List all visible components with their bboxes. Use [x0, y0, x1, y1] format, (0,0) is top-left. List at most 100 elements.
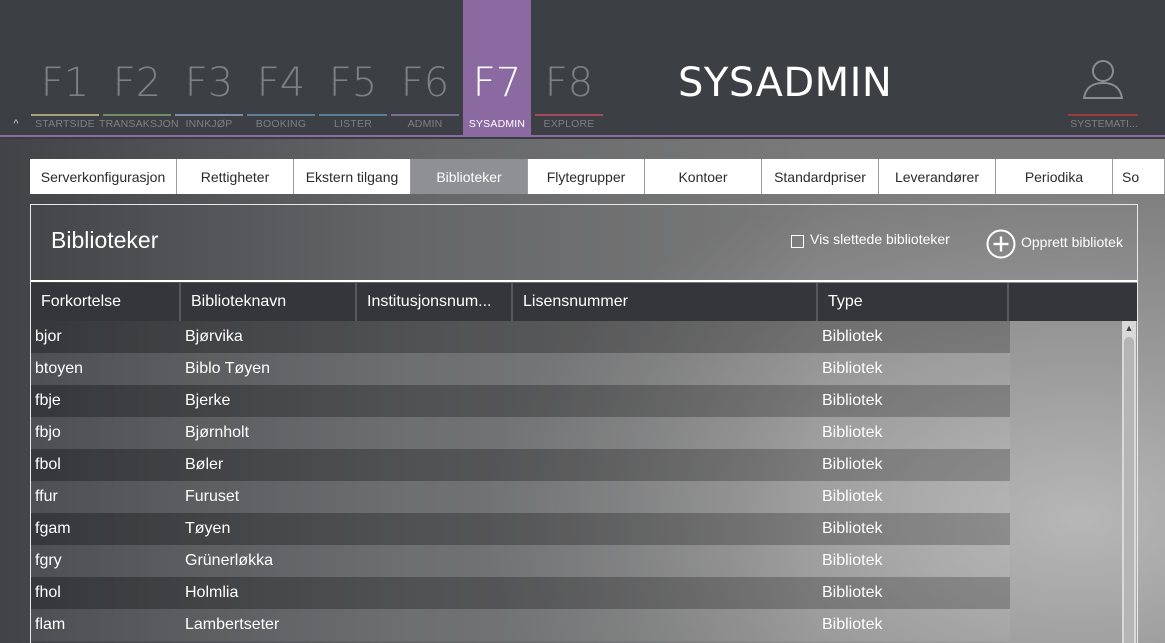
fkey-label: TRANSAKSJON — [99, 118, 179, 130]
fkey-shortcut: F1 — [40, 60, 90, 106]
column-header[interactable] — [1009, 283, 1135, 321]
table-row[interactable]: fbjo Bjørnholt Bibliotek — [31, 417, 1010, 449]
tab-periodika[interactable]: Periodika — [996, 159, 1113, 194]
nav-admin-button[interactable]: F6 ADMIN — [391, 0, 459, 137]
main-content: Serverkonfigurasjon Rettigheter Ekstern ti… — [0, 139, 1165, 643]
table-cell: Bjørvika — [185, 328, 243, 345]
scroll-thumb[interactable] — [1124, 337, 1134, 643]
table-cell — [357, 609, 513, 641]
table-cell: Bibliotek — [822, 488, 883, 505]
column-header[interactable]: Type — [818, 283, 1009, 321]
table-cell — [513, 609, 818, 641]
table-cell: Bjerke — [185, 392, 231, 409]
show-deleted-label[interactable]: Vis slettede biblioteker — [810, 231, 950, 247]
tab-serverkonfigurasjon[interactable]: Serverkonfigurasjon — [30, 159, 177, 194]
fkey-shortcut: F5 — [328, 60, 378, 106]
table-cell: fgry — [35, 552, 62, 569]
fkey-shortcut: F7 — [472, 60, 522, 106]
table-cell: Bibliotek — [822, 392, 883, 409]
column-header[interactable]: Institusjonsnum... — [357, 283, 513, 321]
fkey-accent-line — [247, 114, 315, 116]
table-cell: fbol — [35, 456, 61, 473]
user-label[interactable]: SYSTEMATI... — [1064, 118, 1144, 130]
nav-explore-button[interactable]: F8 EXPLORE — [535, 0, 603, 137]
fkey-accent-line — [319, 114, 387, 116]
column-header[interactable]: Lisensnummer — [513, 283, 818, 321]
table-cell: Biblo Tøyen — [185, 360, 271, 377]
table-cell — [357, 321, 513, 353]
table-row[interactable]: fbol Bøler Bibliotek — [31, 449, 1010, 481]
column-header[interactable]: Biblioteknavn — [181, 283, 357, 321]
table-cell — [513, 449, 818, 481]
tab-biblioteker[interactable]: Biblioteker — [411, 159, 528, 194]
table-row[interactable]: fgam Tøyen Bibliotek — [31, 513, 1010, 545]
table-body: bjor Bjørvika Bibliotek btoyen Biblo Tøyen Bi… — [31, 321, 1137, 641]
fkey-label: STARTSIDE — [35, 118, 95, 130]
table-cell — [357, 577, 513, 609]
create-library-button[interactable]: Opprett bibliotek — [1021, 234, 1123, 250]
module-title: SYSADMIN — [678, 60, 893, 106]
fkey-accent-line — [391, 114, 459, 116]
tab-standardpriser[interactable]: Standardpriser — [762, 159, 879, 194]
table-cell: Bibliotek — [822, 520, 883, 537]
collapse-nav-button[interactable]: ^ — [9, 117, 23, 131]
table-cell: Tøyen — [185, 520, 231, 537]
table-cell: Bøler — [185, 456, 224, 473]
table-cell: bjor — [35, 328, 62, 345]
user-accent-line — [1068, 114, 1138, 116]
tab-rettigheter[interactable]: Rettigheter — [177, 159, 294, 194]
table-cell: Furuset — [185, 488, 240, 505]
fkey-label: LISTER — [334, 118, 372, 130]
column-header[interactable]: Forkortelse — [31, 283, 181, 321]
table-cell — [513, 353, 818, 385]
tab-flytegrupper[interactable]: Flytegrupper — [528, 159, 645, 194]
table-cell: btoyen — [35, 360, 84, 377]
libraries-panel: Biblioteker Vis slettede biblioteker Opp… — [30, 204, 1138, 643]
nav-transaksjon-button[interactable]: F2 TRANSAKSJON — [99, 0, 179, 137]
panel-title: Biblioteker — [51, 227, 159, 253]
table-cell: fgam — [35, 520, 71, 537]
tab-ekstern-tilgang[interactable]: Ekstern tilgang — [294, 159, 411, 194]
scroll-up-arrow-icon[interactable]: ▲ — [1122, 321, 1136, 335]
table-cell — [357, 353, 513, 385]
table-row[interactable]: bjor Bjørvika Bibliotek — [31, 321, 1010, 353]
table-cell: Bibliotek — [822, 456, 883, 473]
table-row[interactable]: fbje Bjerke Bibliotek — [31, 385, 1010, 417]
table-cell — [513, 385, 818, 417]
table-row[interactable]: fgry Grünerløkka Bibliotek — [31, 545, 1010, 577]
table-cell — [513, 545, 818, 577]
table-cell: Bibliotek — [822, 424, 883, 441]
fkey-shortcut: F3 — [184, 60, 234, 106]
table-cell — [357, 545, 513, 577]
nav-booking-button[interactable]: F4 BOOKING — [247, 0, 315, 137]
table-cell — [513, 417, 818, 449]
fkey-label: BOOKING — [255, 118, 307, 130]
table-cell: Bjørnholt — [185, 424, 250, 441]
table-cell: Grünerløkka — [185, 552, 274, 569]
admin-tabs: Serverkonfigurasjon Rettigheter Ekstern ti… — [30, 159, 1165, 194]
add-circle-icon[interactable] — [986, 229, 1016, 259]
fkey-shortcut: F4 — [256, 60, 306, 106]
nav-lister-button[interactable]: F5 LISTER — [319, 0, 387, 137]
table-row[interactable]: ffur Furuset Bibliotek — [31, 481, 1010, 513]
show-deleted-checkbox[interactable] — [791, 235, 804, 248]
tab-so[interactable]: So — [1113, 159, 1165, 194]
table-cell: Bibliotek — [822, 360, 883, 377]
nav-startside-button[interactable]: F1 STARTSIDE — [31, 0, 99, 137]
table-header: Forkortelse Biblioteknavn Institusjonsnum.… — [31, 283, 1137, 321]
tab-leverandører[interactable]: Leverandører — [879, 159, 996, 194]
fkey-accent-line — [535, 114, 603, 116]
nav-sysadmin-button[interactable]: F7 SYSADMIN — [463, 0, 531, 137]
table-cell — [513, 513, 818, 545]
user-icon[interactable] — [1081, 58, 1125, 100]
table-row[interactable]: btoyen Biblo Tøyen Bibliotek — [31, 353, 1010, 385]
tab-kontoer[interactable]: Kontoer — [645, 159, 762, 194]
nav-innkjøp-button[interactable]: F3 INNKJØP — [175, 0, 243, 137]
table-row[interactable]: fhol Holmlia Bibliotek — [31, 577, 1010, 609]
table-cell — [357, 481, 513, 513]
vertical-scrollbar[interactable]: ▲ — [1122, 321, 1136, 643]
table-cell: Holmlia — [185, 584, 239, 601]
table-row[interactable]: flam Lambertseter Bibliotek — [31, 609, 1010, 641]
table-cell: Bibliotek — [822, 584, 883, 601]
table-cell: Bibliotek — [822, 616, 883, 633]
